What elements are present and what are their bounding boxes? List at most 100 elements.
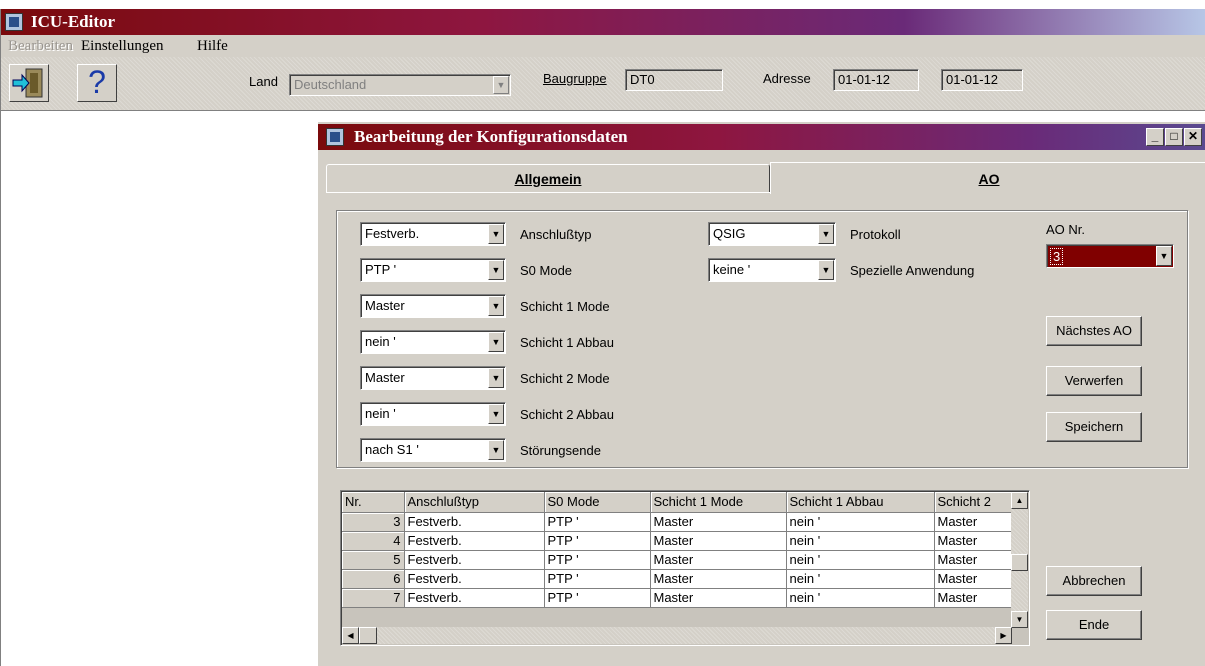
scroll-right-icon[interactable]: ▶ [995, 627, 1012, 644]
ao-grid[interactable]: Nr. Anschlußtyp S0 Mode Schicht 1 Mode S… [340, 490, 1030, 646]
table-cell[interactable]: Festverb. [404, 569, 545, 589]
spezielle-anwendung-label: Spezielle Anwendung [850, 263, 975, 278]
land-label: Land [249, 74, 278, 89]
table-cell[interactable]: PTP ' [544, 512, 651, 532]
stoerungsende-select[interactable]: nach S1 ' ▼ [360, 438, 506, 462]
menu-bearbeiten[interactable]: Bearbeiten [8, 35, 73, 57]
adresse-field-1: 01-01-12 [833, 69, 919, 91]
row-number: 5 [342, 550, 405, 570]
ende-button[interactable]: Ende [1046, 610, 1142, 640]
verwerfen-button[interactable]: Verwerfen [1046, 366, 1142, 396]
help-icon[interactable]: ? [77, 64, 117, 102]
vertical-scrollbar[interactable]: ▲ ▼ [1011, 492, 1028, 628]
schicht1-abbau-select[interactable]: nein ' ▼ [360, 330, 506, 354]
column-header[interactable]: Anschlußtyp [404, 492, 545, 513]
tab-allgemein-label: Allgemein [514, 171, 582, 187]
spezielle-anwendung-select[interactable]: keine ' ▼ [708, 258, 836, 282]
table-cell[interactable]: nein ' [786, 569, 935, 589]
tab-ao[interactable]: AO [770, 162, 1205, 194]
table-cell[interactable]: Master [934, 550, 1015, 570]
speichern-button[interactable]: Speichern [1046, 412, 1142, 442]
tab-allgemein[interactable]: Allgemein [326, 164, 770, 192]
abbrechen-button[interactable]: Abbrechen [1046, 566, 1142, 596]
table-cell[interactable]: PTP ' [544, 569, 651, 589]
table-cell[interactable]: PTP ' [544, 588, 651, 608]
s0-mode-select[interactable]: PTP ' ▼ [360, 258, 506, 282]
table-cell[interactable]: Master [934, 512, 1015, 532]
table-cell[interactable]: Master [934, 569, 1015, 589]
table-row[interactable]: 3 Festverb. PTP ' Master nein ' Master [342, 512, 1015, 532]
menu-einstellungen[interactable]: Einstellungen [81, 35, 164, 57]
schicht2-mode-label: Schicht 2 Mode [520, 371, 610, 386]
dialog-title-bar: Bearbeitung der Konfigurationsdaten _ □ … [318, 124, 1205, 150]
menu-hilfe[interactable]: Hilfe [197, 35, 228, 57]
horizontal-scrollbar[interactable]: ◀ ▶ [342, 627, 1012, 644]
table-cell[interactable]: Master [934, 588, 1015, 608]
table-cell[interactable]: Festverb. [404, 512, 545, 532]
scroll-up-icon[interactable]: ▲ [1011, 492, 1028, 509]
exit-button[interactable] [9, 64, 49, 102]
stoerungsende-label: Störungsende [520, 443, 601, 458]
chevron-down-icon[interactable]: ▼ [818, 260, 834, 280]
table-cell[interactable]: nein ' [786, 588, 935, 608]
table-cell[interactable]: Master [650, 569, 787, 589]
column-header[interactable]: Schicht 2 [934, 492, 1015, 513]
table-row[interactable]: 4 Festverb. PTP ' Master nein ' Master [342, 531, 1015, 551]
table-row[interactable]: 6 Festverb. PTP ' Master nein ' Master [342, 569, 1015, 589]
scroll-thumb[interactable] [1011, 554, 1028, 571]
table-cell[interactable]: nein ' [786, 531, 935, 551]
table-row[interactable]: 5 Festverb. PTP ' Master nein ' Master [342, 550, 1015, 570]
land-select[interactable]: Deutschland ▼ [289, 74, 511, 96]
naechstes-ao-button[interactable]: Nächstes AO [1046, 316, 1142, 346]
app-title-bar: ICU-Editor [1, 9, 1205, 35]
chevron-down-icon[interactable]: ▼ [488, 332, 504, 352]
chevron-down-icon[interactable]: ▼ [818, 224, 834, 244]
maximize-icon[interactable]: □ [1165, 128, 1183, 146]
table-cell[interactable]: PTP ' [544, 550, 651, 570]
table-cell[interactable]: Festverb. [404, 550, 545, 570]
minimize-icon[interactable]: _ [1146, 128, 1164, 146]
toolbar: ? Land Deutschland ▼ Baugruppe DT0 Adres… [1, 57, 1205, 111]
table-cell[interactable]: PTP ' [544, 531, 651, 551]
scroll-left-icon[interactable]: ◀ [342, 627, 359, 644]
chevron-down-icon[interactable]: ▼ [488, 296, 504, 316]
table-cell[interactable]: Master [650, 550, 787, 570]
table-cell[interactable]: nein ' [786, 512, 935, 532]
chevron-down-icon[interactable]: ▼ [488, 440, 504, 460]
schicht1-abbau-value: nein ' [365, 334, 396, 349]
table-cell[interactable]: Master [650, 531, 787, 551]
chevron-down-icon[interactable]: ▼ [488, 368, 504, 388]
column-header[interactable]: S0 Mode [544, 492, 651, 513]
chevron-down-icon[interactable]: ▼ [488, 224, 504, 244]
schicht2-abbau-value: nein ' [365, 406, 396, 421]
column-header[interactable]: Schicht 1 Mode [650, 492, 787, 513]
ao-nr-select[interactable]: 3 ▼ [1046, 244, 1174, 268]
schicht1-mode-label: Schicht 1 Mode [520, 299, 610, 314]
schicht1-mode-select[interactable]: Master ▼ [360, 294, 506, 318]
s0-mode-value: PTP ' [365, 262, 397, 277]
close-icon[interactable]: ✕ [1184, 128, 1202, 146]
column-header[interactable]: Schicht 1 Abbau [786, 492, 935, 513]
table-cell[interactable]: nein ' [786, 550, 935, 570]
chevron-down-icon[interactable]: ▼ [1156, 246, 1172, 266]
schicht2-mode-select[interactable]: Master ▼ [360, 366, 506, 390]
scroll-down-icon[interactable]: ▼ [1011, 611, 1028, 628]
baugruppe-field: DT0 [625, 69, 723, 91]
table-cell[interactable]: Festverb. [404, 588, 545, 608]
anschlusstyp-select[interactable]: Festverb. ▼ [360, 222, 506, 246]
table-cell[interactable]: Master [650, 588, 787, 608]
column-header[interactable]: Nr. [342, 492, 405, 513]
land-dropdown-arrow-icon[interactable]: ▼ [493, 76, 509, 94]
schicht2-abbau-select[interactable]: nein ' ▼ [360, 402, 506, 426]
hscroll-thumb[interactable] [359, 627, 377, 644]
chevron-down-icon[interactable]: ▼ [488, 260, 504, 280]
schicht2-abbau-label: Schicht 2 Abbau [520, 407, 614, 422]
chevron-down-icon[interactable]: ▼ [488, 404, 504, 424]
exit-door-icon [12, 68, 43, 98]
protokoll-select[interactable]: QSIG ▼ [708, 222, 836, 246]
table-cell[interactable]: Festverb. [404, 531, 545, 551]
table-cell[interactable]: Master [934, 531, 1015, 551]
config-dialog: Bearbeitung der Konfigurationsdaten _ □ … [316, 122, 1205, 666]
table-cell[interactable]: Master [650, 512, 787, 532]
table-row[interactable]: 7 Festverb. PTP ' Master nein ' Master [342, 588, 1015, 608]
